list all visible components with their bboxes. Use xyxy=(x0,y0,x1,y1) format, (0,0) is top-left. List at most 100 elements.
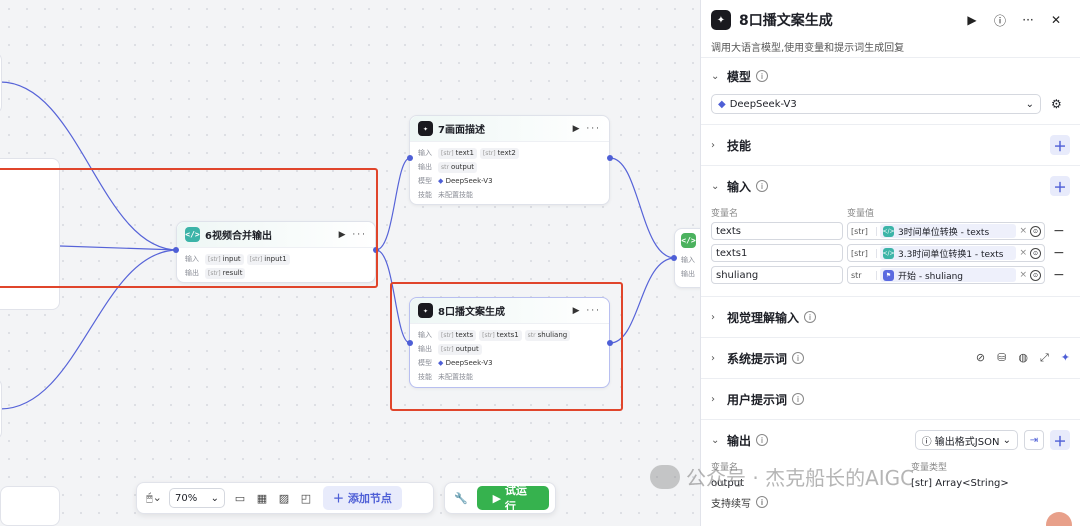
watermark: 公众号 · 杰克船长的AIGC xyxy=(650,462,914,491)
input-port[interactable] xyxy=(671,255,677,261)
output-label: 输出 xyxy=(681,270,695,278)
node-scene-description[interactable]: ✦ 7画面描述 ▶ ··· 输入 [str] text1 [str] text2 输… xyxy=(409,115,610,205)
variable-name-input[interactable]: texts1 xyxy=(711,244,843,262)
remove-row-button[interactable]: − xyxy=(1053,223,1065,239)
zoom-select[interactable]: 70% ⌄ xyxy=(169,488,225,508)
output-type[interactable]: [str] Array<String> xyxy=(911,478,1009,489)
column-header: 变量值 xyxy=(847,209,875,219)
input-tag: [str] text1 xyxy=(438,147,477,159)
info-icon[interactable]: i xyxy=(756,434,769,446)
chevron-down-icon[interactable]: ⌄ xyxy=(711,435,727,446)
info-icon[interactable]: i xyxy=(792,352,805,364)
section-title: 用户提示词 xyxy=(727,392,788,407)
column-header: 变量名 xyxy=(711,209,739,219)
add-skill-button[interactable]: ＋ xyxy=(1050,135,1070,155)
remove-row-button[interactable]: − xyxy=(1053,267,1065,283)
variable-name-input[interactable]: texts xyxy=(711,222,843,240)
stream-label: 支持续写 xyxy=(711,498,751,510)
lightbulb-icon[interactable]: ◍ xyxy=(1018,351,1028,365)
highlight-box xyxy=(390,282,623,411)
run-icon[interactable]: ▶ xyxy=(958,13,986,27)
target-icon[interactable]: ⊙ xyxy=(1030,225,1041,237)
mouse-icon[interactable]: 🖱⌄ xyxy=(143,487,165,509)
add-node-button[interactable]: ＋ 添加节点 xyxy=(323,486,402,510)
variable-name-input[interactable]: shuliang xyxy=(711,266,843,284)
variable-value-select[interactable]: str ⚑ 开始 - shuliang × ⊙ xyxy=(847,266,1045,284)
code-icon: </> xyxy=(882,247,895,259)
chevron-right-icon[interactable]: › xyxy=(711,140,727,151)
help-icon[interactable]: ⓘ xyxy=(986,12,1014,29)
column-header: 变量类型 xyxy=(911,463,948,473)
settings-icon[interactable]: ⚙ xyxy=(1051,97,1062,111)
target-icon[interactable]: ⊙ xyxy=(1030,247,1041,259)
chevron-down-icon: ⌄ xyxy=(1025,98,1034,110)
node-title: 7画面描述 xyxy=(438,125,485,136)
target-icon[interactable]: ⊙ xyxy=(1030,269,1041,281)
output-port[interactable] xyxy=(607,155,613,161)
llm-icon: ✦ xyxy=(418,121,433,136)
compass-icon[interactable]: ⊘ xyxy=(976,351,985,365)
image-icon[interactable]: ▨ xyxy=(273,487,295,509)
canvas-toolbar: 🖱⌄ 70% ⌄ ▭ ▦ ▨ ◰ ＋ 添加节点 xyxy=(136,482,434,514)
skills-section: › 技能 ＋ xyxy=(701,125,1080,166)
code-icon: </> xyxy=(681,233,696,248)
section-title: 视觉理解输入 xyxy=(727,310,800,325)
clear-icon[interactable]: × xyxy=(1019,248,1027,258)
import-icon[interactable]: ⇥ xyxy=(1024,430,1044,450)
variable-value-select[interactable]: [str] </> 3时间单位转换 - texts × ⊙ xyxy=(847,222,1045,240)
chevron-right-icon[interactable]: › xyxy=(711,353,727,364)
chevron-down-icon[interactable]: ⌄ xyxy=(711,71,727,82)
input-label: 输入 xyxy=(418,149,432,157)
panel-description: 调用大语言模型,使用变量和提示词生成回复 xyxy=(701,40,1080,58)
info-icon[interactable]: i xyxy=(792,393,805,405)
info-icon[interactable]: i xyxy=(756,180,769,192)
input-row: shuliang str ⚑ 开始 - shuliang × ⊙ − xyxy=(711,264,1070,286)
info-icon[interactable]: i xyxy=(756,70,769,82)
offscreen-node-lower[interactable] xyxy=(0,486,60,526)
remove-row-button[interactable]: − xyxy=(1053,245,1065,261)
model-value: ◆ DeepSeek-V3 xyxy=(438,177,493,185)
trial-run-button[interactable]: ▶ 试运行 xyxy=(476,484,549,513)
chevron-down-icon[interactable]: ⌄ xyxy=(711,181,727,192)
model-select[interactable]: ◆ DeepSeek-V3 ⌄ xyxy=(711,94,1041,114)
code-icon: </> xyxy=(882,225,895,237)
close-icon[interactable]: ✕ xyxy=(1042,13,1070,27)
sparkle-icon[interactable]: ✦ xyxy=(1061,351,1070,365)
wrench-icon[interactable]: 🔧 xyxy=(451,487,471,509)
clear-icon[interactable]: × xyxy=(1019,226,1027,236)
clear-icon[interactable]: × xyxy=(1019,270,1027,280)
info-icon: ⓘ xyxy=(921,436,935,448)
start-icon: ⚑ xyxy=(883,269,894,281)
variable-value-select[interactable]: [str] </> 3.3时间单位转换1 - texts × ⊙ xyxy=(847,244,1045,262)
node-settings-panel: ✦ 8口播文案生成 ▶ ⓘ ··· ✕ 调用大语言模型,使用变量和提示词生成回复… xyxy=(0,0,1080,526)
run-node-icon[interactable]: ▶ ··· xyxy=(573,124,601,134)
model-section: ⌄ 模型 i ◆ DeepSeek-V3 ⌄ ⚙ xyxy=(701,58,1080,125)
input-tag: [str] text2 xyxy=(479,147,519,159)
add-input-button[interactable]: ＋ xyxy=(1050,176,1070,196)
chevron-right-icon[interactable]: › xyxy=(711,312,727,323)
minimap-icon[interactable]: ◰ xyxy=(295,487,317,509)
wechat-icon xyxy=(650,464,680,489)
info-icon[interactable]: i xyxy=(756,496,768,508)
run-toolbar: 🔧 ▶ 试运行 xyxy=(444,482,556,514)
layout-icon[interactable]: ▦ xyxy=(251,487,273,509)
vision-input-section: › 视觉理解输入 i xyxy=(701,297,1080,338)
library-icon[interactable]: ⛁ xyxy=(997,351,1006,365)
comment-icon[interactable]: ▭ xyxy=(229,487,251,509)
llm-icon: ✦ xyxy=(711,10,731,30)
panel-title: 8口播文案生成 xyxy=(739,13,833,29)
offscreen-node-top[interactable] xyxy=(0,52,2,114)
deepseek-icon: ◆ xyxy=(438,177,446,185)
skill-value: 未配置技能 xyxy=(438,191,473,199)
output-tag: str output xyxy=(438,161,478,173)
offscreen-node-bottom[interactable] xyxy=(0,378,2,440)
more-icon[interactable]: ··· xyxy=(1014,13,1042,27)
add-output-button[interactable]: ＋ xyxy=(1050,430,1070,450)
chevron-right-icon[interactable]: › xyxy=(711,394,727,405)
expand-icon[interactable]: ⤢ xyxy=(1040,351,1049,365)
input-port[interactable] xyxy=(407,155,413,161)
node-right-partial[interactable]: </> 输入 输出 xyxy=(674,228,700,288)
output-format-select[interactable]: ⓘ 输出格式JSON ⌄ xyxy=(914,430,1018,450)
input-section: ⌄ 输入 i ＋ 变量名 变量值 texts [str] </> 3时间单位转换 … xyxy=(0,166,1080,297)
info-icon[interactable]: i xyxy=(804,311,817,323)
